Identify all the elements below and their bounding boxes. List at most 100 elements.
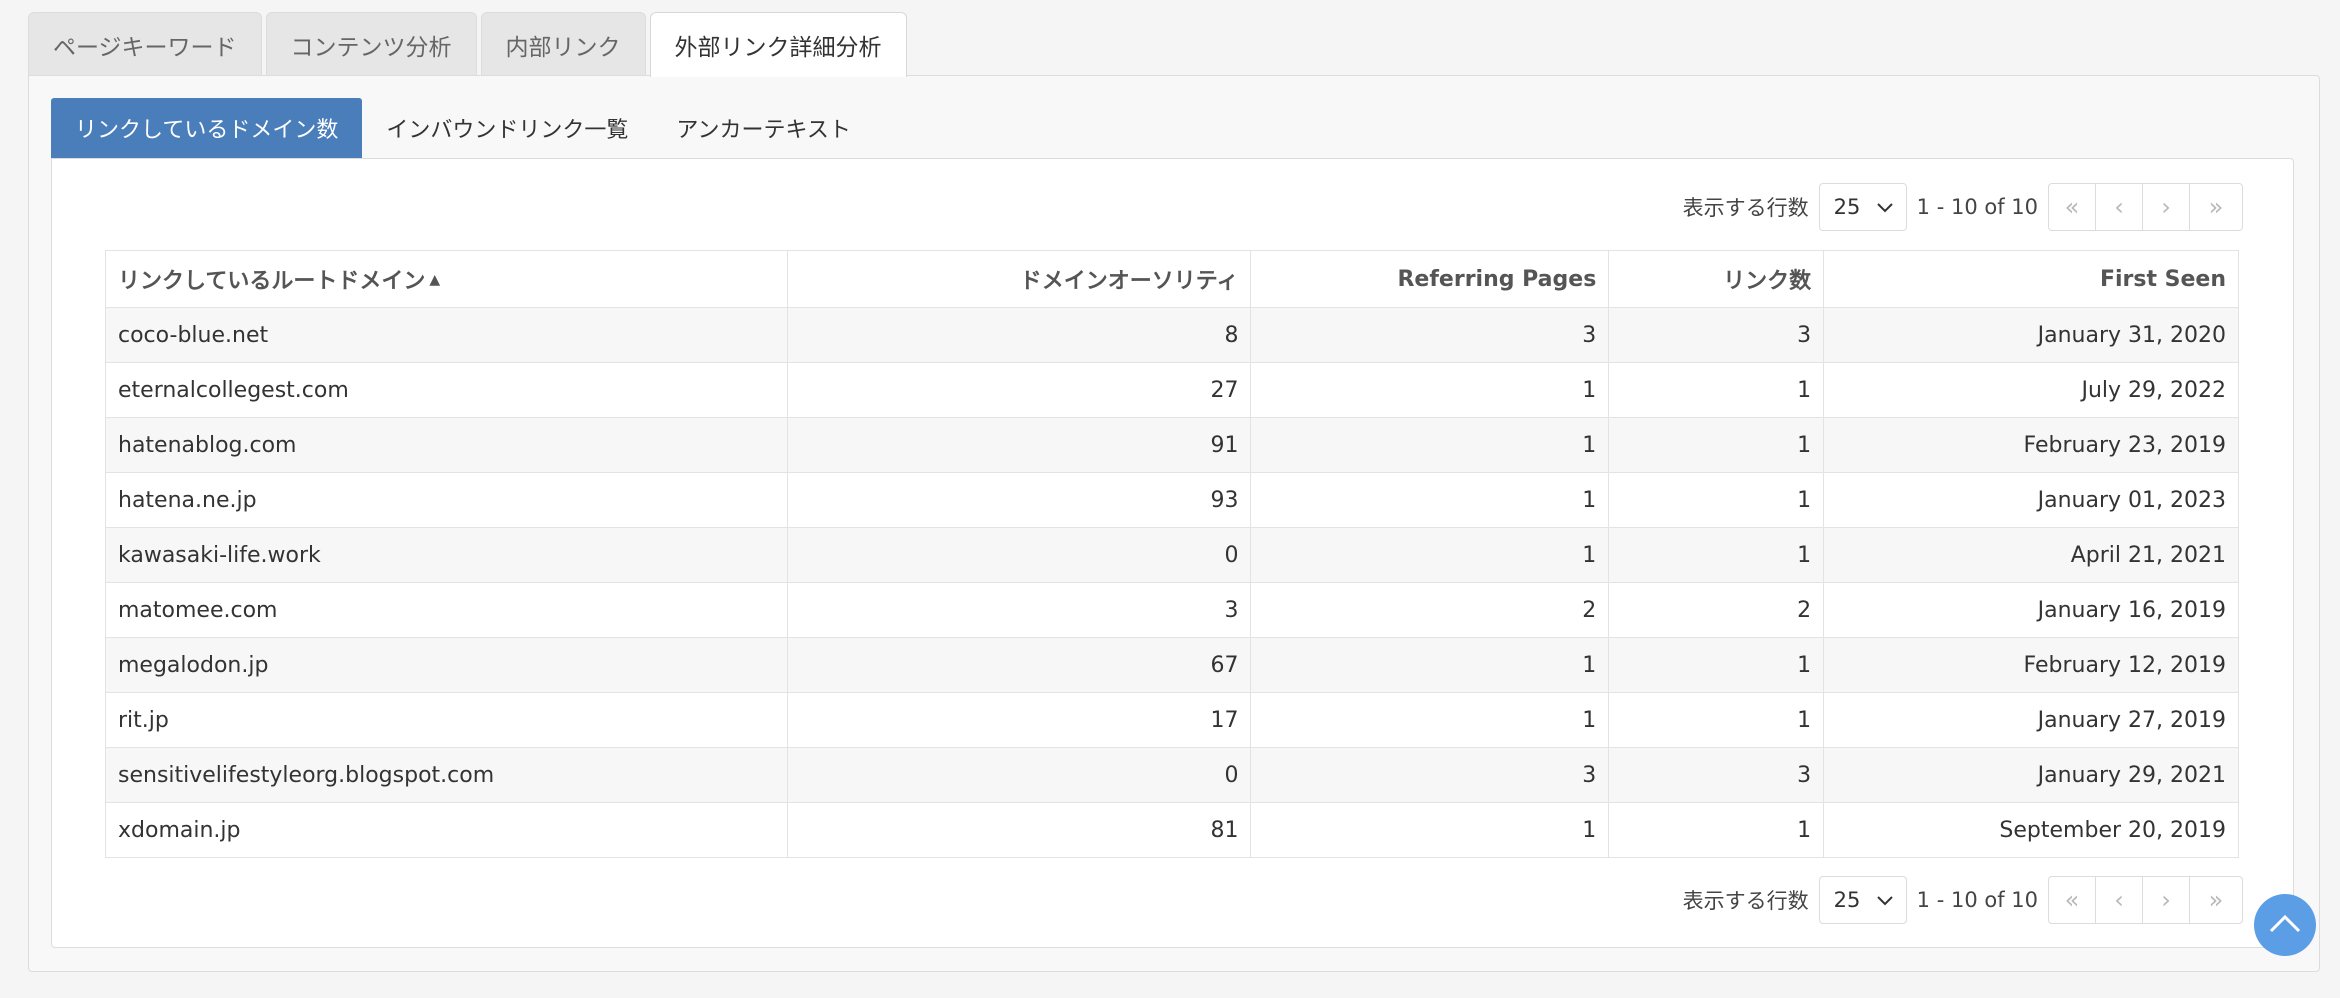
table-row: eternalcollegest.com 27 1 1 July 29, 202… — [105, 362, 2239, 418]
last-page-button[interactable]: » — [2189, 876, 2243, 924]
chevron-left-icon: ‹ — [2114, 193, 2124, 221]
cell-referring-pages: 3 — [1250, 747, 1610, 803]
chevron-right-icon: › — [2161, 193, 2171, 221]
first-page-button[interactable]: « — [2048, 183, 2096, 231]
cell-domain: kawasaki-life.work — [105, 527, 788, 583]
page-range: 1 - 10 of 10 — [1916, 888, 2038, 912]
cell-domain: xdomain.jp — [105, 802, 788, 858]
chevron-up-icon — [2268, 912, 2302, 938]
column-header-root-domain[interactable]: リンクしているルートドメイン ▲ — [105, 250, 788, 308]
pager-bottom: 表示する行数 25 1 - 10 of 10 « ‹ › » — [1683, 876, 2243, 924]
cell-authority: 8 — [786, 307, 1252, 363]
table-header-row: リンクしているルートドメイン ▲ ドメインオーソリティ Referring Pag… — [105, 250, 2239, 308]
cell-first-seen: February 12, 2019 — [1823, 637, 2239, 693]
table-row: hatenablog.com 91 1 1 February 23, 2019 — [105, 417, 2239, 473]
cell-links: 1 — [1608, 637, 1825, 693]
next-page-button[interactable]: › — [2142, 876, 2190, 924]
tab-content-analysis[interactable]: コンテンツ分析 — [265, 12, 477, 76]
cell-first-seen: July 29, 2022 — [1823, 362, 2239, 418]
table-row: rit.jp 17 1 1 January 27, 2019 — [105, 692, 2239, 748]
cell-domain: eternalcollegest.com — [105, 362, 788, 418]
column-header-first-seen[interactable]: First Seen — [1823, 250, 2239, 308]
cell-first-seen: January 27, 2019 — [1823, 692, 2239, 748]
chevron-down-icon — [1876, 888, 1894, 912]
cell-links: 3 — [1608, 747, 1825, 803]
cell-links: 1 — [1608, 692, 1825, 748]
cell-domain: hatenablog.com — [105, 417, 788, 473]
subtab-inbound-links[interactable]: インバウンドリンク一覧 — [362, 98, 652, 158]
pager-top: 表示する行数 25 1 - 10 of 10 « ‹ › » — [1683, 183, 2243, 231]
table-row: coco-blue.net 8 3 3 January 31, 2020 — [105, 307, 2239, 363]
cell-authority: 93 — [786, 472, 1252, 528]
double-chevron-left-icon: « — [2064, 886, 2080, 914]
column-header-domain-authority[interactable]: ドメインオーソリティ — [786, 250, 1252, 308]
cell-authority: 17 — [786, 692, 1252, 748]
cell-first-seen: January 01, 2023 — [1823, 472, 2239, 528]
table-row: sensitivelifestyleorg.blogspot.com 0 3 3… — [105, 747, 2239, 803]
cell-first-seen: January 31, 2020 — [1823, 307, 2239, 363]
table-row: xdomain.jp 81 1 1 September 20, 2019 — [105, 802, 2239, 858]
cell-first-seen: January 29, 2021 — [1823, 747, 2239, 803]
cell-authority: 0 — [786, 747, 1252, 803]
column-header-referring-pages[interactable]: Referring Pages — [1250, 250, 1610, 308]
double-chevron-right-icon: » — [2208, 193, 2224, 221]
rows-per-page-label: 表示する行数 — [1682, 889, 1809, 913]
subtab-anchor-text[interactable]: アンカーテキスト — [652, 98, 874, 158]
cell-referring-pages: 1 — [1250, 362, 1610, 418]
rows-per-page-select[interactable]: 25 — [1818, 183, 1907, 231]
prev-page-button[interactable]: ‹ — [2095, 183, 2143, 231]
cell-links: 1 — [1608, 472, 1825, 528]
cell-domain: megalodon.jp — [105, 637, 788, 693]
cell-first-seen: January 16, 2019 — [1823, 582, 2239, 638]
cell-referring-pages: 1 — [1250, 472, 1610, 528]
table-row: hatena.ne.jp 93 1 1 January 01, 2023 — [105, 472, 2239, 528]
double-chevron-right-icon: » — [2208, 886, 2224, 914]
cell-domain: sensitivelifestyleorg.blogspot.com — [105, 747, 788, 803]
last-page-button[interactable]: » — [2189, 183, 2243, 231]
cell-authority: 67 — [786, 637, 1252, 693]
table-row: megalodon.jp 67 1 1 February 12, 2019 — [105, 637, 2239, 693]
cell-referring-pages: 2 — [1250, 582, 1610, 638]
cell-first-seen: February 23, 2019 — [1823, 417, 2239, 473]
tab-internal-links[interactable]: 内部リンク — [480, 12, 646, 76]
first-page-button[interactable]: « — [2048, 876, 2096, 924]
cell-referring-pages: 3 — [1250, 307, 1610, 363]
chevron-right-icon: › — [2161, 886, 2171, 914]
cell-first-seen: September 20, 2019 — [1823, 802, 2239, 858]
rows-per-page-value: 25 — [1833, 195, 1861, 219]
cell-referring-pages: 1 — [1250, 637, 1610, 693]
cell-referring-pages: 1 — [1250, 802, 1610, 858]
next-page-button[interactable]: › — [2142, 183, 2190, 231]
cell-links: 1 — [1608, 417, 1825, 473]
cell-links: 1 — [1608, 362, 1825, 418]
tab-page-keywords[interactable]: ページキーワード — [28, 12, 262, 76]
cell-links: 3 — [1608, 307, 1825, 363]
table-row: matomee.com 3 2 2 January 16, 2019 — [105, 582, 2239, 638]
double-chevron-left-icon: « — [2064, 193, 2080, 221]
cell-first-seen: April 21, 2021 — [1823, 527, 2239, 583]
cell-domain: coco-blue.net — [105, 307, 788, 363]
prev-page-button[interactable]: ‹ — [2095, 876, 2143, 924]
column-header-label: リンクしているルートドメイン — [118, 269, 426, 294]
chevron-left-icon: ‹ — [2114, 886, 2124, 914]
tab-external-links-detail[interactable]: 外部リンク詳細分析 — [649, 12, 907, 77]
cell-links: 1 — [1608, 527, 1825, 583]
cell-links: 2 — [1608, 582, 1825, 638]
pager-buttons: « ‹ › » — [2048, 876, 2243, 924]
linking-domains-table: リンクしているルートドメイン ▲ ドメインオーソリティ Referring Pag… — [105, 250, 2239, 858]
scroll-to-top-button[interactable] — [2254, 894, 2316, 956]
cell-referring-pages: 1 — [1250, 417, 1610, 473]
sub-tab-bar: リンクしているドメイン数 インバウンドリンク一覧 アンカーテキスト — [51, 98, 875, 158]
cell-referring-pages: 1 — [1250, 692, 1610, 748]
cell-authority: 3 — [786, 582, 1252, 638]
main-tab-bar: ページキーワード コンテンツ分析 内部リンク 外部リンク詳細分析 — [28, 12, 907, 77]
cell-authority: 91 — [786, 417, 1252, 473]
subtab-linking-domains[interactable]: リンクしているドメイン数 — [51, 98, 363, 158]
column-header-link-count[interactable]: リンク数 — [1608, 250, 1825, 308]
chevron-down-icon — [1876, 195, 1894, 219]
inner-panel: 表示する行数 25 1 - 10 of 10 « ‹ › » リンクしているルー — [51, 158, 2294, 948]
cell-domain: rit.jp — [105, 692, 788, 748]
rows-per-page-select[interactable]: 25 — [1818, 876, 1907, 924]
rows-per-page-value: 25 — [1833, 888, 1861, 912]
cell-authority: 81 — [786, 802, 1252, 858]
